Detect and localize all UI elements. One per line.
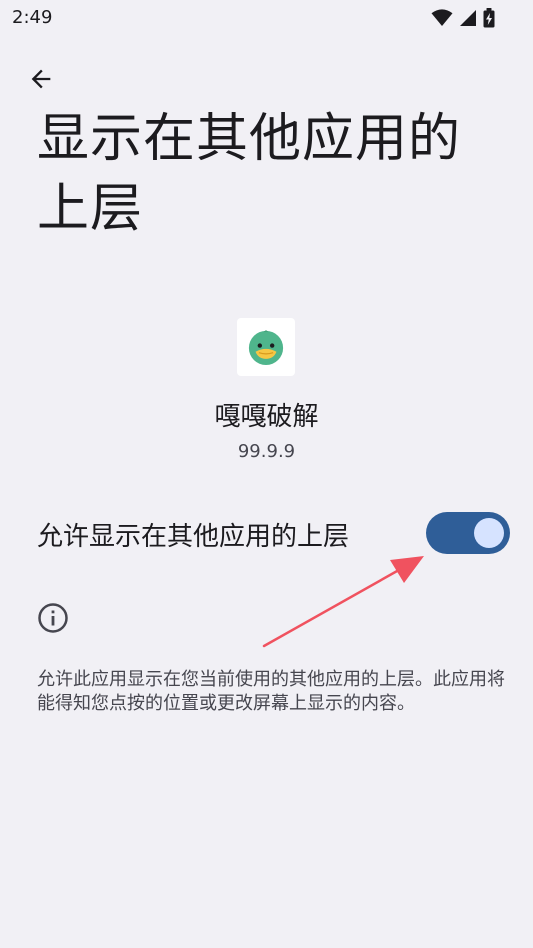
info-icon [38, 603, 68, 633]
page-title: 显示在其他应用的上层 [37, 109, 462, 239]
app-icon [237, 318, 295, 376]
status-icons [431, 8, 495, 28]
duck-app-icon [248, 330, 284, 366]
app-version: 99.9.9 [237, 441, 296, 462]
wifi-icon [431, 9, 453, 26]
info-description: 允许此应用显示在您当前使用的其他应用的上层。此应用将能得知您点按的位置或更改屏幕… [37, 669, 505, 714]
allow-overlay-setting-row[interactable]: 允许显示在其他应用的上层 [0, 496, 533, 572]
arrow-back-icon [31, 69, 51, 89]
status-bar: 2:49 [0, 0, 533, 36]
status-time: 2:49 [12, 7, 53, 28]
app-name: 嘎嘎破解 [214, 402, 319, 432]
setting-label: 允许显示在其他应用的上层 [37, 522, 350, 552]
cellular-signal-icon [460, 10, 476, 26]
toggle-thumb [474, 518, 504, 548]
allow-overlay-toggle[interactable] [426, 512, 510, 554]
back-button[interactable] [22, 60, 60, 98]
battery-charging-icon [483, 8, 495, 28]
